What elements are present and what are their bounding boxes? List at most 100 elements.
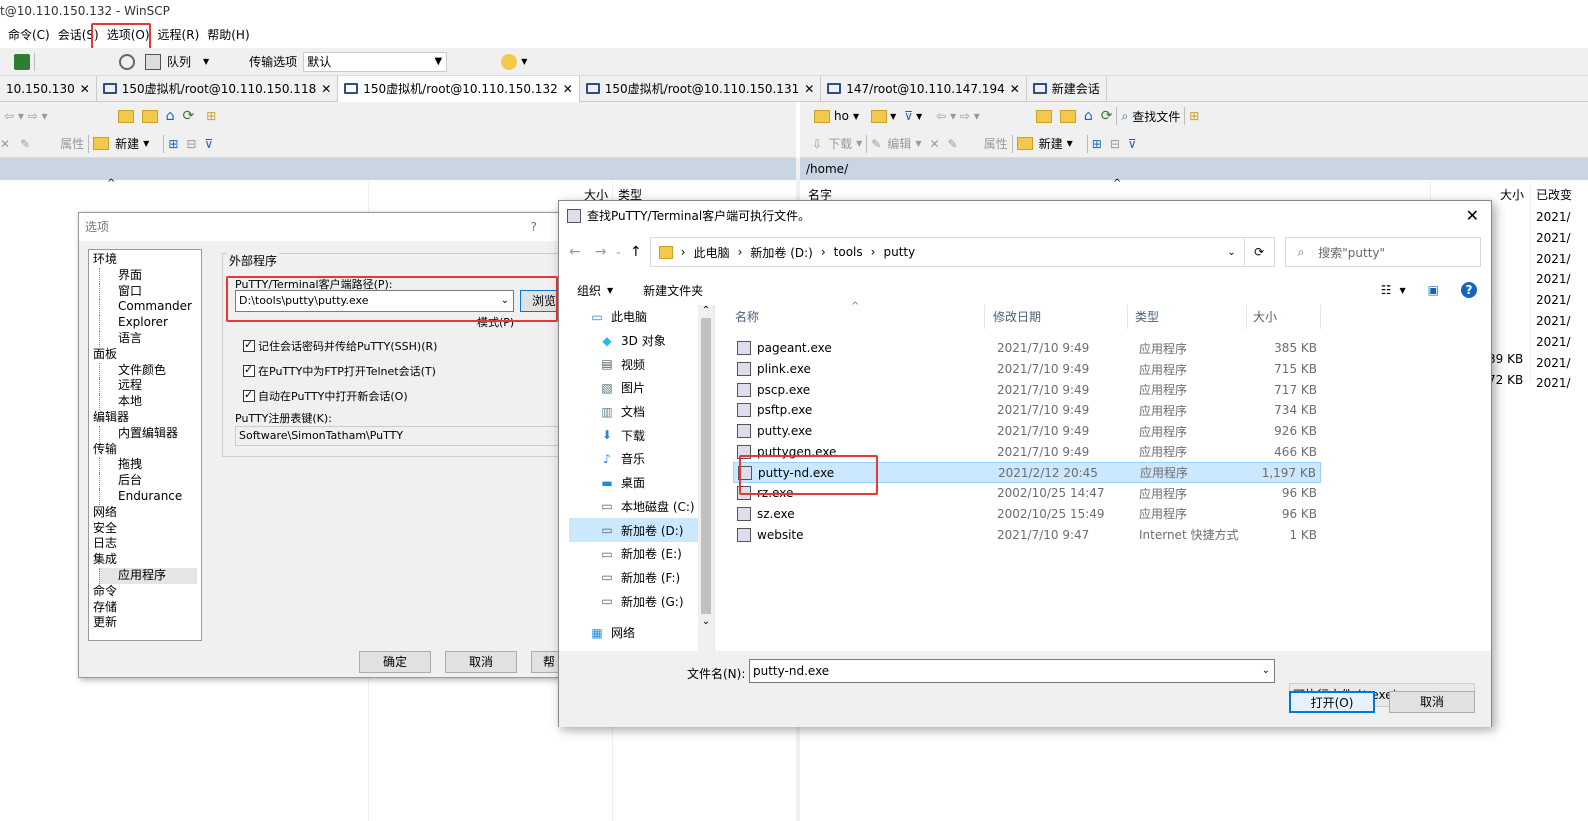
tree-icon[interactable]: ⊞ (1189, 109, 1199, 123)
edit-button[interactable]: 编辑 (887, 135, 911, 152)
select-all-icon[interactable]: ⊞ (1092, 137, 1102, 151)
remember-password-checkbox[interactable]: 记住会话密码并传给PuTTY(SSH)(R) (243, 338, 437, 354)
new-button[interactable]: 新建 (1039, 135, 1063, 152)
options-tree-item[interactable]: 语言 (99, 330, 197, 347)
right-col-size[interactable]: 大小 (1500, 186, 1524, 203)
filter-icon[interactable]: ⊽ (1128, 137, 1137, 151)
back-icon[interactable]: ⇦ ▾ ⇨ ▾ (936, 109, 980, 123)
delete-icon[interactable]: ✕ (0, 137, 10, 151)
options-tree-item[interactable]: 内置编辑器 (99, 425, 197, 442)
nav-item[interactable]: ▬ 桌面 (569, 471, 714, 495)
menu-remote[interactable]: 远程(R) (154, 22, 204, 48)
file-row[interactable]: sz.exe 2002/10/25 15:49 应用程序 96 KB (733, 504, 1321, 525)
gear-icon[interactable] (119, 53, 135, 70)
root-folder-icon[interactable] (1059, 109, 1076, 123)
close-icon[interactable]: ✕ (563, 76, 573, 102)
right-path-bar[interactable]: /home/ (800, 158, 1588, 180)
options-tree-item[interactable]: Commander (99, 299, 197, 316)
file-row[interactable]: website 2021/7/10 9:47 Internet 快捷方式 1 KB (733, 524, 1321, 545)
tab-new-session[interactable]: 新建会话 (1027, 75, 1107, 102)
nav-item[interactable]: ▤ 视频 (569, 352, 714, 376)
up-icon[interactable]: ↑ (630, 244, 642, 260)
organize-menu[interactable]: 组织 (577, 282, 601, 299)
crumb-putty[interactable]: putty (883, 245, 915, 259)
download-icon[interactable]: ⇩ (812, 137, 822, 151)
nav-item[interactable]: ♪ 音乐 (569, 447, 714, 471)
crumb-drive-d[interactable]: 新加卷 (D:) (750, 244, 812, 261)
crumb-tools[interactable]: tools (834, 245, 863, 259)
options-tree-item[interactable]: 网络 (93, 505, 197, 521)
preview-pane-icon[interactable]: ▣ (1428, 283, 1439, 297)
right-col-changed[interactable]: 已改变 (1536, 186, 1588, 203)
refresh-icon[interactable]: ⟳ (1101, 108, 1113, 124)
rename-icon[interactable]: ✎ (20, 137, 30, 151)
filter-icon[interactable]: ⊽ (904, 109, 913, 123)
select-all-icon[interactable]: ⊞ (168, 137, 178, 151)
root-folder-icon[interactable] (141, 109, 158, 123)
options-tree-item[interactable]: 应用程序 (99, 567, 197, 584)
nav-item[interactable]: ◆ 3D 对象 (569, 329, 714, 353)
nav-item[interactable]: ▭ 新加卷 (D:) (569, 518, 714, 542)
left-path-bar[interactable] (0, 158, 796, 180)
options-tree-item[interactable]: Endurance (99, 488, 197, 505)
options-tree-item[interactable]: 集成 (93, 552, 197, 568)
queue-icon[interactable] (145, 53, 161, 70)
breadcrumb[interactable]: › 此电脑 › 新加卷 (D:) › tools › putty ⌄ (649, 237, 1245, 267)
help-icon[interactable]: ? (1461, 282, 1477, 298)
options-tree-item[interactable]: 后台 (99, 473, 197, 489)
tab-session-131[interactable]: 150虚拟机/root@10.110.150.131 ✕ (580, 75, 822, 102)
col-type[interactable]: 类型 (1129, 305, 1247, 329)
options-tree-item[interactable]: 更新 (93, 615, 197, 631)
file-row[interactable]: pageant.exe 2021/7/10 9:49 应用程序 385 KB (733, 338, 1321, 359)
nav-item[interactable]: ⬇ 下载 (569, 423, 714, 447)
properties-button[interactable]: 属性 (60, 135, 84, 152)
nav-item[interactable]: ▭ 本地磁盘 (C:) (569, 495, 714, 519)
nav-item[interactable]: ▭ 此电脑 (569, 305, 714, 329)
options-tree-item[interactable]: 命令 (93, 584, 197, 600)
nav-item[interactable]: ▦ 网络 (569, 621, 714, 645)
ok-button[interactable]: 确定 (359, 651, 431, 673)
close-icon[interactable]: ✕ (1466, 206, 1479, 225)
forward-icon[interactable]: → (595, 244, 607, 260)
file-dialog-cancel-button[interactable]: 取消 (1389, 691, 1475, 713)
options-tree-item[interactable]: 存储 (93, 600, 197, 616)
find-files-button[interactable]: 查找文件 (1132, 108, 1180, 125)
options-tree-item[interactable]: 传输 (93, 442, 197, 458)
tab-session-130[interactable]: 10.150.130 ✕ (0, 75, 97, 102)
tab-session-194[interactable]: 147/root@10.110.147.194 ✕ (821, 75, 1027, 102)
options-tree-item[interactable]: 安全 (93, 521, 197, 537)
tab-session-132[interactable]: 150虚拟机/root@10.110.150.132 ✕ (338, 75, 580, 102)
refresh-button[interactable]: ⟳ (1244, 237, 1275, 267)
nav-item[interactable]: ▧ 图片 (569, 376, 714, 400)
deselect-icon[interactable]: ⊟ (186, 137, 196, 151)
filename-input[interactable]: putty-nd.exe ⌄ (749, 659, 1275, 683)
col-date[interactable]: 修改日期 (987, 305, 1128, 329)
options-tree-item[interactable]: 环境 (93, 252, 197, 268)
auto-open-session-checkbox[interactable]: 自动在PuTTY中打开新会话(O) (243, 388, 408, 404)
tab-session-118[interactable]: 150虚拟机/root@10.110.150.118 ✕ (97, 75, 339, 102)
nav-item[interactable]: ▥ 文档 (569, 400, 714, 424)
registry-key-input[interactable]: Software\SimonTatham\PuTTY (235, 426, 565, 446)
nav-item[interactable]: ▭ 新加卷 (G:) (569, 589, 714, 613)
home-icon[interactable]: ⌂ (166, 108, 175, 124)
open-folder-icon[interactable] (871, 109, 888, 123)
close-icon[interactable]: ✕ (80, 76, 90, 102)
back-icon[interactable]: ⇦ ▾ ⇨ ▾ (4, 109, 48, 123)
close-icon[interactable]: ✕ (804, 76, 814, 102)
refresh-icon[interactable]: ⟳ (183, 108, 195, 124)
close-icon[interactable]: ✕ (1010, 76, 1020, 102)
parent-folder-icon[interactable] (117, 109, 134, 123)
nav-item[interactable]: ▭ 新加卷 (E:) (569, 542, 714, 566)
telnet-for-ftp-checkbox[interactable]: 在PuTTY中为FTP打开Telnet会话(T) (243, 363, 436, 379)
file-row[interactable]: plink.exe 2021/7/10 9:49 应用程序 715 KB (733, 359, 1321, 380)
rename-icon[interactable]: ✎ (948, 137, 958, 151)
cancel-button[interactable]: 取消 (445, 651, 517, 673)
transfer-options-select[interactable]: 默认 ▼ (303, 51, 448, 72)
options-tree-item[interactable]: Explorer (99, 315, 197, 331)
open-button[interactable]: 打开(O) (1289, 691, 1375, 713)
options-tree-item[interactable]: 面板 (93, 347, 197, 363)
tree-icon[interactable]: ⊞ (206, 109, 216, 123)
deselect-icon[interactable]: ⊟ (1110, 137, 1120, 151)
search-input[interactable]: ⌕ 搜索"putty" (1284, 237, 1481, 267)
view-icon[interactable]: ☷ (1381, 283, 1392, 297)
